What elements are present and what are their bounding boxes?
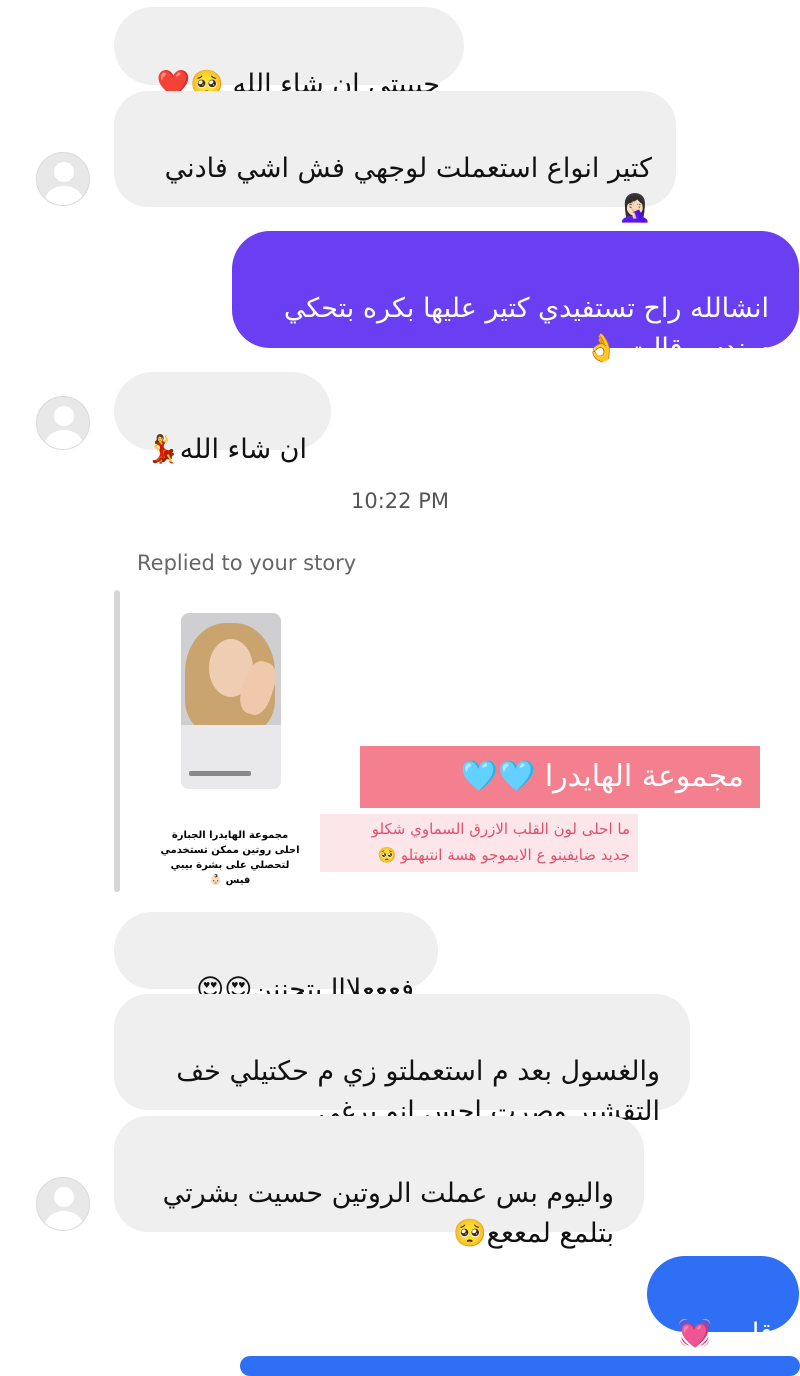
timestamp: 10:22 PM <box>351 489 449 513</box>
message-bubble-received[interactable]: ان شاء الله💃 <box>114 372 331 465</box>
replied-to-story-label: Replied to your story <box>137 551 357 575</box>
message-bubble-received[interactable]: كتير انواع استعملت لوجهي فش اشي فادني 🤦🏻… <box>114 91 676 224</box>
story-sticker-note: ما احلى لون القلب الازرق السماوي شكلو جد… <box>320 814 638 872</box>
message-bubble-received[interactable]: فعععلااا بتجننن😍😍 <box>114 912 438 1005</box>
message-bubble-received[interactable]: حبيبتي ان شاء الله 🥺❤️ <box>114 7 464 100</box>
message-text: واليوم بس عملت الروتين حسيت بشرتي بتلمع … <box>162 1178 614 1249</box>
story-caption: مجموعة الهايدرا الجبارة احلى روتين ممكن … <box>160 830 300 886</box>
story-sticker-title: مجموعة الهايدرا 🩵🩵 <box>360 746 760 808</box>
message-text: قلبي 💓 <box>678 1318 773 1349</box>
message-bubble-sent[interactable]: انشالله راح تستفيدي كتير عليها بكره بتحك… <box>232 231 799 364</box>
reply-indicator-line <box>114 590 120 892</box>
message-bubble-received[interactable]: والغسول بعد م استعملتو زي م حكتيلي خف ال… <box>114 994 690 1127</box>
story-thumbnail[interactable] <box>181 613 281 789</box>
message-text: انشالله راح تستفيدي كتير عليها بكره بتحك… <box>283 293 769 364</box>
message-bubble-sent[interactable]: قلبي 💓 <box>647 1256 799 1349</box>
message-bubble-received[interactable]: واليوم بس عملت الروتين حسيت بشرتي بتلمع … <box>114 1116 644 1249</box>
sender-avatar[interactable] <box>36 152 90 206</box>
sender-avatar[interactable] <box>36 1177 90 1231</box>
sender-avatar[interactable] <box>36 396 90 450</box>
message-text: كتير انواع استعملت لوجهي فش اشي فادني 🤦🏻… <box>164 153 652 224</box>
next-message-bubble-partial <box>240 1356 800 1376</box>
message-text: ان شاء الله💃 <box>146 434 307 465</box>
